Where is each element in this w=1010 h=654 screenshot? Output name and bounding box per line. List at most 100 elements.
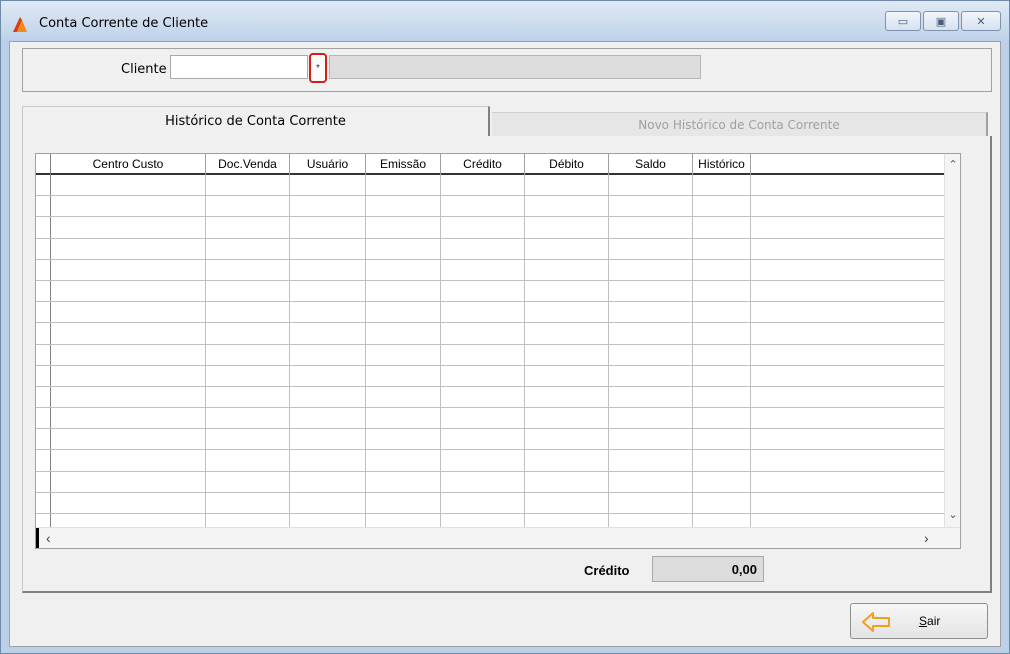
table-cell — [366, 217, 441, 238]
table-cell — [366, 238, 441, 259]
table-cell — [525, 323, 609, 344]
historico-grid[interactable]: Centro Custo Doc.Venda Usuário Emissão C… — [35, 153, 961, 549]
table-cell — [366, 365, 441, 386]
table-cell — [693, 196, 751, 217]
cliente-input[interactable] — [170, 55, 308, 79]
table-cell — [290, 471, 366, 492]
table-cell — [366, 386, 441, 408]
table-cell — [290, 302, 366, 323]
scroll-up-icon[interactable]: ⌃ — [945, 158, 960, 171]
col-usuario[interactable]: Usuário — [290, 154, 366, 175]
table-cell — [441, 280, 525, 302]
table-row[interactable] — [36, 365, 946, 387]
table-cell — [290, 408, 366, 429]
col-credito[interactable]: Crédito — [441, 154, 525, 175]
tab-historico[interactable]: Histórico de Conta Corrente — [22, 106, 490, 136]
tab-page-historico: Centro Custo Doc.Venda Usuário Emissão C… — [22, 136, 992, 593]
table-cell — [693, 408, 751, 429]
cliente-lookup-button[interactable]: * — [309, 53, 327, 83]
table-cell — [441, 471, 525, 492]
table-row[interactable] — [36, 323, 946, 345]
row-filler — [751, 323, 946, 343]
table-cell — [51, 408, 206, 429]
row-indicator — [36, 386, 51, 408]
table-cell — [525, 450, 609, 471]
col-saldo[interactable]: Saldo — [609, 154, 693, 175]
table-cell — [366, 259, 441, 280]
col-centro-custo[interactable]: Centro Custo — [51, 154, 206, 175]
table-row[interactable] — [36, 471, 946, 493]
row-indicator — [36, 323, 51, 344]
col-historico[interactable]: Histórico — [693, 154, 751, 175]
maximize-button[interactable]: ▣ — [923, 11, 959, 31]
table-cell — [441, 514, 525, 527]
table-cell — [290, 492, 366, 513]
table-cell — [206, 259, 290, 280]
table-cell — [609, 344, 693, 365]
scroll-down-icon[interactable]: ⌄ — [945, 508, 960, 521]
table-cell — [366, 323, 441, 344]
table-cell — [693, 365, 751, 386]
credito-label: Crédito — [584, 563, 630, 578]
scroll-left-icon[interactable]: ‹ — [46, 530, 51, 546]
table-cell — [441, 175, 525, 196]
table-cell — [206, 175, 290, 196]
table-cell — [693, 471, 751, 492]
close-button[interactable]: ✕ — [961, 11, 1001, 31]
table-cell — [441, 365, 525, 386]
table-row[interactable] — [36, 408, 946, 430]
row-indicator — [36, 302, 51, 323]
tab-novo-historico[interactable]: Novo Histórico de Conta Corrente — [492, 112, 988, 136]
table-cell — [609, 492, 693, 513]
table-cell — [366, 196, 441, 217]
table-cell — [525, 175, 609, 196]
table-cell — [609, 365, 693, 386]
table-row[interactable] — [36, 492, 946, 514]
table-cell — [51, 429, 206, 450]
sair-button[interactable]: Sair — [850, 603, 988, 639]
col-emissao[interactable]: Emissão — [366, 154, 441, 175]
table-row[interactable] — [36, 238, 946, 260]
table-cell — [693, 217, 751, 238]
table-cell — [290, 344, 366, 365]
minimize-button[interactable]: ▭ — [885, 11, 921, 31]
table-cell — [51, 450, 206, 471]
table-cell — [366, 492, 441, 513]
col-doc-venda[interactable]: Doc.Venda — [206, 154, 290, 175]
table-row[interactable] — [36, 280, 946, 303]
table-row[interactable] — [36, 196, 946, 218]
row-indicator — [36, 175, 51, 196]
table-cell — [290, 450, 366, 471]
table-row[interactable] — [36, 386, 946, 409]
table-cell — [441, 408, 525, 429]
horizontal-scrollbar[interactable]: ‹ › — [36, 527, 960, 548]
table-row[interactable] — [36, 302, 946, 324]
table-cell — [366, 471, 441, 492]
col-debito[interactable]: Débito — [525, 154, 609, 175]
table-row[interactable] — [36, 344, 946, 366]
table-cell — [206, 238, 290, 259]
table-cell — [609, 514, 693, 527]
row-indicator-header — [36, 154, 51, 175]
table-cell — [366, 344, 441, 365]
table-cell — [525, 302, 609, 323]
table-cell — [693, 238, 751, 259]
table-cell — [51, 196, 206, 217]
table-cell — [206, 323, 290, 344]
table-row[interactable] — [36, 175, 946, 197]
scroll-right-icon[interactable]: › — [924, 530, 929, 546]
title-bar[interactable]: Conta Corrente de Cliente ▭ ▣ ✕ — [1, 1, 1009, 41]
table-cell — [441, 238, 525, 259]
minimize-icon: ▭ — [897, 15, 909, 28]
table-cell — [441, 386, 525, 408]
row-filler — [751, 493, 946, 513]
table-row[interactable] — [36, 259, 946, 281]
table-row[interactable] — [36, 450, 946, 472]
close-icon: ✕ — [976, 15, 986, 28]
app-logo-icon — [13, 17, 27, 32]
table-row[interactable] — [36, 429, 946, 451]
table-cell — [525, 217, 609, 238]
table-row[interactable] — [36, 514, 946, 527]
vertical-scrollbar[interactable]: ⌃ ⌄ — [944, 154, 960, 527]
table-row[interactable] — [36, 217, 946, 239]
